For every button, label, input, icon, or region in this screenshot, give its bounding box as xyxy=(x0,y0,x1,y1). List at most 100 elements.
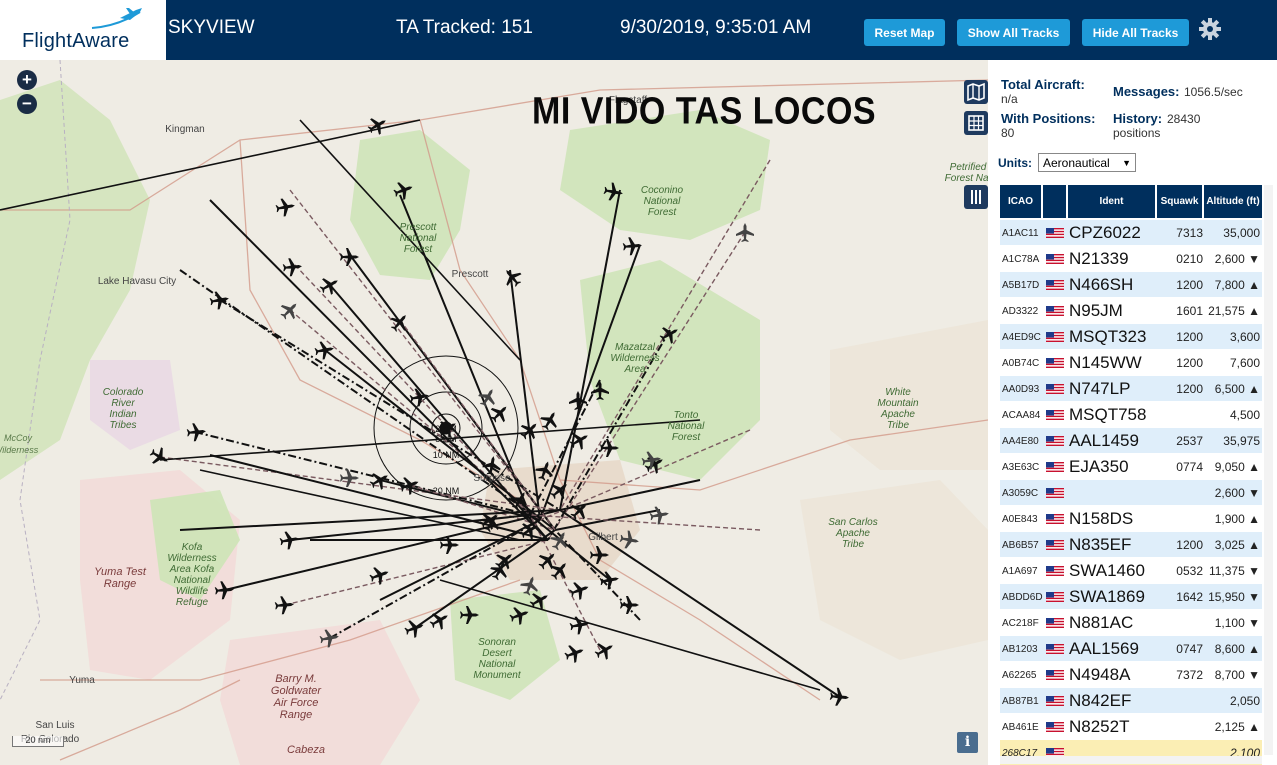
cell-icao: A1C78A xyxy=(1002,254,1040,265)
aircraft-icon[interactable] xyxy=(277,297,303,323)
aircraft-icon[interactable] xyxy=(563,641,587,664)
aircraft-icon[interactable] xyxy=(620,596,639,614)
table-row[interactable]: A1C78A N21339 0210 2,600 ▼ xyxy=(1000,246,1262,272)
table-row[interactable]: AB461E N8252T 2,125 ▲ xyxy=(1000,714,1262,740)
us-flag-icon xyxy=(1046,644,1064,654)
cell-squawk: 1200 xyxy=(1176,538,1203,552)
plane-logo-icon xyxy=(91,8,142,29)
map-canvas[interactable]: 2 NM5 NM10 NM20 NM KingmanLake Havasu Ci… xyxy=(0,60,988,765)
map-view[interactable]: 2 NM5 NM10 NM20 NM KingmanLake Havasu Ci… xyxy=(0,60,988,765)
reset-map-button[interactable]: Reset Map xyxy=(864,19,945,46)
table-row[interactable]: A0E843 N158DS 1,900 ▲ xyxy=(1000,506,1262,532)
column-altitude[interactable]: Altitude (ft) xyxy=(1204,185,1262,218)
info-button[interactable]: i xyxy=(957,732,978,753)
aircraft-icon[interactable] xyxy=(282,257,302,277)
show-all-tracks-button[interactable]: Show All Tracks xyxy=(957,19,1070,46)
cell-altitude: 2,600 ▼ xyxy=(1214,252,1260,266)
cell-altitude: 1,900 ▲ xyxy=(1214,512,1260,526)
columns-toggle-button[interactable] xyxy=(964,185,988,209)
table-row[interactable]: A3E63C EJA350 0774 9,050 ▲ xyxy=(1000,454,1262,480)
history-unit: positions xyxy=(1113,126,1161,140)
cell-squawk: 0532 xyxy=(1176,564,1203,578)
map-place-label: Yuma xyxy=(69,675,95,686)
table-row[interactable]: A1A697 SWA1460 0532 11,375 ▼ xyxy=(1000,558,1262,584)
cell-ident: N881AC xyxy=(1069,613,1134,632)
map-place-label: Lake Havasu City xyxy=(98,276,176,287)
cell-ident: AAL1459 xyxy=(1069,431,1139,450)
table-row[interactable]: AC218F N881AC 1,100 ▼ xyxy=(1000,610,1262,636)
units-dropdown[interactable]: Aeronautical ▼ xyxy=(1038,153,1136,172)
table-row[interactable]: AA4E80 AAL1459 2537 35,975 xyxy=(1000,428,1262,454)
cell-altitude: 15,950 ▼ xyxy=(1208,590,1260,604)
table-row[interactable]: AB6B57 N835EF 1200 3,025 ▲ xyxy=(1000,532,1262,558)
hide-all-tracks-button[interactable]: Hide All Tracks xyxy=(1082,19,1189,46)
gear-icon[interactable] xyxy=(1198,17,1222,41)
cell-icao: A62265 xyxy=(1002,670,1037,681)
table-row[interactable]: ABDD6D SWA1869 1642 15,950 ▼ xyxy=(1000,584,1262,610)
aircraft-icon[interactable] xyxy=(274,595,294,615)
cell-ident: N95JM xyxy=(1069,301,1123,320)
map-icon xyxy=(967,82,985,102)
column-icao[interactable]: ICAO xyxy=(1000,185,1043,218)
cell-ident: N4948A xyxy=(1069,665,1131,684)
table-row[interactable]: A3059C 2,600 ▼ xyxy=(1000,480,1262,506)
column-ident[interactable]: Ident xyxy=(1068,185,1157,218)
cell-icao: ACAA84 xyxy=(1002,410,1041,421)
aircraft-icon[interactable] xyxy=(537,408,562,433)
table-row[interactable]: AD3322 N95JM 1601 21,575 ▲ xyxy=(1000,298,1262,324)
table-row[interactable]: A0B74C N145WW 1200 7,600 xyxy=(1000,350,1262,376)
map-grid-button[interactable] xyxy=(964,111,988,135)
cell-icao: AB87B1 xyxy=(1002,696,1039,707)
map-place-label: Prescott National Forest xyxy=(400,222,438,255)
map-banner-text: MI VIDO TAS LOCOS xyxy=(532,90,877,133)
zoom-out-button[interactable]: − xyxy=(17,94,37,114)
column-squawk[interactable]: Squawk xyxy=(1157,185,1204,218)
cell-icao: AA4E80 xyxy=(1002,436,1039,447)
table-row[interactable]: AB87B1 N842EF 2,050 xyxy=(1000,688,1262,714)
us-flag-icon xyxy=(1046,540,1064,550)
aircraft-icon[interactable] xyxy=(622,236,642,256)
aircraft-icon[interactable] xyxy=(736,223,754,242)
flightaware-logo[interactable]: FlightAware xyxy=(0,0,166,60)
table-row[interactable]: A4ED9C MSQT323 1200 3,600 xyxy=(1000,324,1262,350)
table-row[interactable]: ACAA84 MSQT758 4,500 xyxy=(1000,402,1262,428)
zoom-in-button[interactable]: + xyxy=(17,70,37,90)
aircraft-icon[interactable] xyxy=(147,444,172,469)
aircraft-icon[interactable] xyxy=(829,687,849,707)
us-flag-icon xyxy=(1046,436,1064,446)
table-vertical-scrollbar[interactable] xyxy=(1264,185,1273,755)
map-layers-button[interactable] xyxy=(964,80,988,104)
cell-squawk: 1642 xyxy=(1176,590,1203,604)
aircraft-icon[interactable] xyxy=(314,340,336,361)
us-flag-icon xyxy=(1046,332,1064,342)
us-flag-icon xyxy=(1046,618,1064,628)
table-row[interactable]: AB1203 AAL1569 0747 8,600 ▲ xyxy=(1000,636,1262,662)
us-flag-icon xyxy=(1046,696,1064,706)
cell-altitude: 21,575 ▲ xyxy=(1208,304,1260,318)
column-flag[interactable] xyxy=(1043,185,1068,218)
cell-altitude: 7,600 xyxy=(1229,356,1260,370)
with-positions-value: 80 xyxy=(1001,126,1015,140)
table-horizontal-scrollbar[interactable] xyxy=(1000,756,1262,764)
cell-ident: N21339 xyxy=(1069,249,1129,268)
cell-squawk: 0210 xyxy=(1176,252,1203,266)
aircraft-icon[interactable] xyxy=(568,578,592,601)
us-flag-icon xyxy=(1046,384,1064,394)
table-row[interactable]: A62265 N4948A 7372 8,700 ▼ xyxy=(1000,662,1262,688)
cell-ident: SWA1869 xyxy=(1069,587,1145,606)
cell-altitude: 2,050 xyxy=(1229,694,1260,708)
cell-altitude: 6,500 ▲ xyxy=(1214,382,1260,396)
aircraft-panel: Total Aircraft: n/a With Positions: 80 M… xyxy=(988,60,1277,765)
aircraft-icon[interactable] xyxy=(275,197,297,218)
aircraft-icon[interactable] xyxy=(186,422,206,442)
cell-squawk: 1200 xyxy=(1176,382,1203,396)
table-row[interactable]: A5B17D N466SH 1200 7,800 ▲ xyxy=(1000,272,1262,298)
cell-icao: A5B17D xyxy=(1002,280,1040,291)
aircraft-icon[interactable] xyxy=(487,400,513,426)
cell-icao: A4ED9C xyxy=(1002,332,1041,343)
cell-ident: EJA350 xyxy=(1069,457,1129,476)
table-row[interactable]: A1AC11 CPZ6022 7313 35,000 xyxy=(1000,220,1262,246)
aircraft-table-body: A1AC11 CPZ6022 7313 35,000 A1C78A N21339 0210 2… xyxy=(1000,220,1262,765)
table-row[interactable]: AA0D93 N747LP 1200 6,500 ▲ xyxy=(1000,376,1262,402)
cell-ident: N842EF xyxy=(1069,691,1132,710)
